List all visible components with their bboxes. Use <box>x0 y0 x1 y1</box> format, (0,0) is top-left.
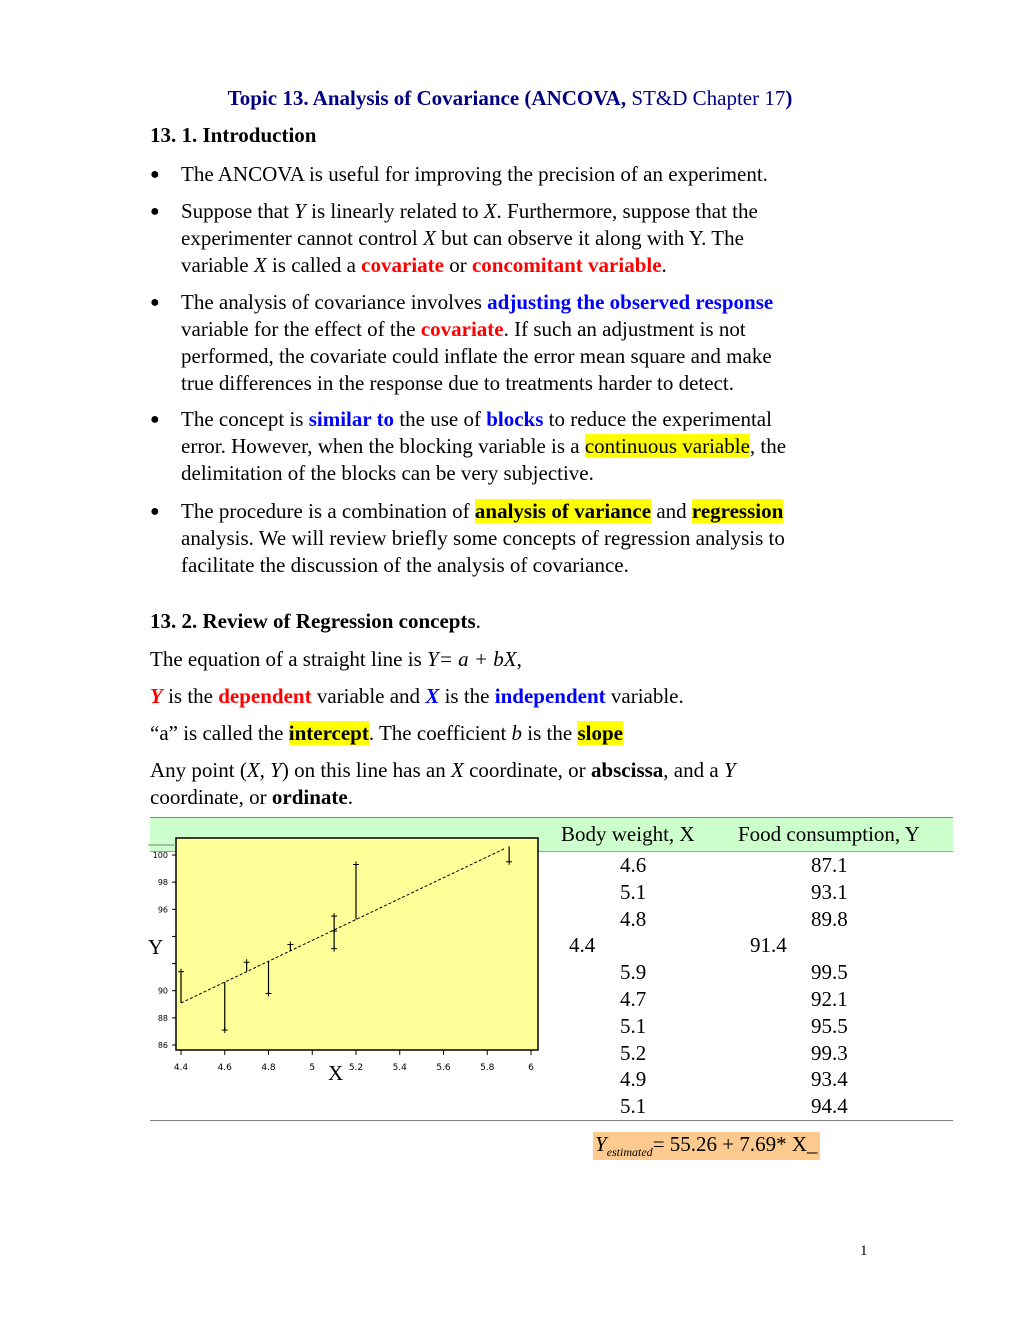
bullet-icon: ● <box>150 294 160 311</box>
table-cell-x: 4.6 <box>620 853 647 877</box>
table-cell-y: 93.4 <box>811 1067 848 1092</box>
bullet-icon: ● <box>150 503 160 520</box>
bullet-text: The analysis of covariance involves adju… <box>181 290 774 395</box>
table-cell-x: 5.1 <box>620 879 647 904</box>
table-cell-x: 5.9 <box>620 960 647 985</box>
table-cell-x: 5.1 <box>620 1013 647 1038</box>
term-similar-to: similar to <box>308 407 395 431</box>
x-tick-label: 6 <box>528 1063 534 1073</box>
table-cell-y: 95.5 <box>811 1013 848 1038</box>
table-cell-y: 92.1 <box>811 987 848 1011</box>
y-tick-label: 88 <box>158 1014 168 1023</box>
table-header-x: Body weight, X <box>561 822 695 846</box>
table-cell-y: 99.5 <box>811 960 848 985</box>
regression-equation: Yestimated= 55.26 + 7.69* X_ <box>593 1132 820 1160</box>
plot-area <box>175 837 539 1051</box>
scatter-chart: 86 88 90 96 98 100 4.4 4.6 4.8 5 5.2 5.4 5.6 5.8 6 Y X <box>148 837 539 1085</box>
term-intercept: intercept <box>288 721 369 745</box>
term-adjusting: adjusting the observed response <box>487 290 774 314</box>
term-covariate: covariate <box>420 317 504 341</box>
term-analysis-of-variance: analysis of variance <box>474 499 652 523</box>
term-slope: slope <box>577 721 623 745</box>
y-tick-label: 86 <box>158 1041 168 1050</box>
term-blocks: blocks <box>486 407 544 431</box>
bullet-item: ● Suppose that Y is linearly related to … <box>150 198 870 279</box>
bullet-icon: ● <box>150 411 160 428</box>
y-tick-label: 96 <box>158 905 168 914</box>
section-heading-regression: 13. 2. Review of Regression concepts. <box>150 609 481 633</box>
line-variables: Y is the dependent variable and X is the… <box>150 684 684 708</box>
page-number: 1 <box>860 1243 868 1259</box>
table-cell-x: 4.9 <box>620 1067 647 1092</box>
section-heading-introduction: 13. 1. Introduction <box>150 123 317 147</box>
bullet-text: Suppose that Y is linearly related to X.… <box>181 199 758 277</box>
x-tick-label: 5.8 <box>480 1063 495 1073</box>
term-continuous-variable: continuous variable <box>584 434 750 458</box>
table-cell-y: 99.3 <box>811 1040 848 1065</box>
term-independent: independent <box>494 684 606 708</box>
title-main: Topic 13. Analysis of Covariance (ANCOVA… <box>227 86 627 110</box>
bullet-item: ● The analysis of covariance involves ad… <box>150 289 870 397</box>
table-cell-x: 4.4 <box>569 933 596 958</box>
bullet-item: ● The ANCOVA is useful for improving the… <box>150 161 870 188</box>
title-close: ) <box>785 86 793 110</box>
title-chapter: ST&D Chapter 17 <box>626 86 786 110</box>
term-concomitant-variable: concomitant variable <box>471 253 662 277</box>
x-tick-label: 5 <box>309 1063 315 1073</box>
bullet-text: The procedure is a combination of analys… <box>181 499 785 577</box>
x-tick-label: 4.4 <box>174 1063 189 1073</box>
line-intercept-slope: “a” is called the intercept. The coeffic… <box>150 721 623 745</box>
table-cell-y: 91.4 <box>750 933 787 958</box>
x-tick-label: 5.6 <box>436 1063 451 1073</box>
table-bottom-rule <box>150 1120 953 1121</box>
bullet-text: The ANCOVA is useful for improving the p… <box>181 162 768 186</box>
table-cell-x: 4.7 <box>620 987 647 1011</box>
term-covariate: covariate <box>361 253 444 277</box>
x-axis-label: X <box>328 1061 343 1085</box>
bullet-item: ● The concept is similar to the use of b… <box>150 406 870 487</box>
document-title: Topic 13. Analysis of Covariance (ANCOVA… <box>0 86 1020 111</box>
table-cell-x: 5.2 <box>620 1040 647 1065</box>
line-coordinates: Any point (X, Y) on this line has an X c… <box>150 758 736 809</box>
table-cell-y: 87.1 <box>811 853 848 877</box>
x-tick-label: 5.4 <box>393 1063 408 1073</box>
term-dependent: dependent <box>218 684 312 708</box>
term-regression: regression <box>691 499 784 523</box>
x-tick-label: 4.6 <box>218 1063 233 1073</box>
y-axis-label: Y <box>148 935 163 959</box>
bullet-text: The concept is similar to the use of blo… <box>181 407 787 485</box>
x-tick-label: 4.8 <box>261 1063 276 1073</box>
table-cell-y: 93.1 <box>811 879 848 904</box>
table-cell-y: 94.4 <box>811 1094 848 1119</box>
bullet-item: ● The procedure is a combination of anal… <box>150 498 870 579</box>
y-tick-label: 98 <box>158 878 168 887</box>
y-tick-label: 100 <box>153 851 168 860</box>
line-equation: The equation of a straight line is Y= a … <box>150 647 522 671</box>
table-cell-x: 5.1 <box>620 1094 647 1119</box>
bullet-icon: ● <box>150 203 160 220</box>
table-header-y: Food consumption, Y <box>738 822 920 846</box>
table-cell-y: 89.8 <box>811 906 848 931</box>
y-tick-label: 90 <box>158 987 168 996</box>
x-tick-label: 5.2 <box>349 1063 363 1073</box>
table-cell-x: 4.8 <box>620 906 647 931</box>
bullet-icon: ● <box>150 166 160 183</box>
